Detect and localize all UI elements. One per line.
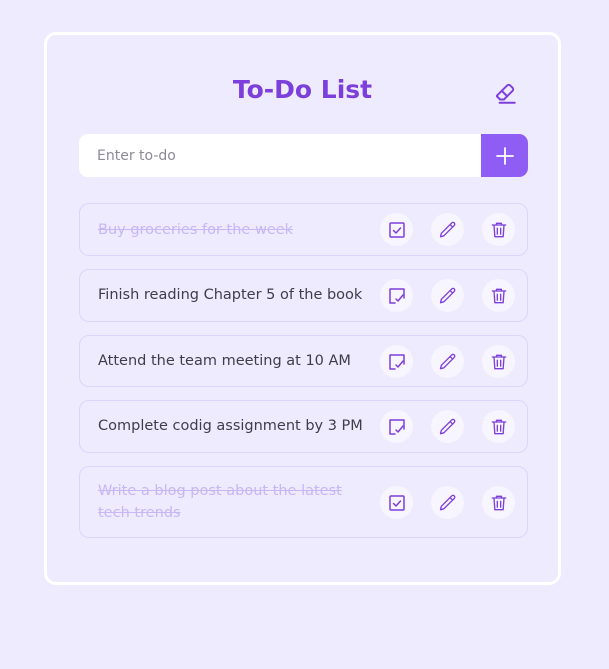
pencil-icon: [439, 494, 455, 510]
trash-icon: [491, 354, 506, 369]
trash-icon: [491, 288, 506, 303]
check-square-icon: [388, 221, 405, 238]
toggle-complete-button[interactable]: [380, 279, 413, 312]
edit-button[interactable]: [431, 345, 464, 378]
pencil-icon: [439, 418, 455, 434]
todo-text: Write a blog post about the latest tech …: [98, 483, 342, 521]
check-square-icon: [388, 494, 405, 511]
toggle-complete-button[interactable]: [380, 410, 413, 443]
todo-item: Write a blog post about the latest tech …: [79, 466, 528, 538]
delete-button[interactable]: [482, 345, 515, 378]
add-todo-form: [79, 134, 528, 177]
toggle-complete-button[interactable]: [380, 345, 413, 378]
check-square-outline-icon: [388, 287, 405, 304]
add-todo-button[interactable]: [481, 134, 528, 177]
toggle-complete-button[interactable]: [380, 213, 413, 246]
trash-icon: [491, 495, 506, 510]
trash-icon: [491, 419, 506, 434]
eraser-icon: [495, 83, 516, 104]
plus-icon: [495, 146, 514, 165]
todo-text: Finish reading Chapter 5 of the book: [98, 287, 363, 303]
delete-button[interactable]: [482, 410, 515, 443]
clear-all-button[interactable]: [491, 79, 519, 107]
pencil-icon: [439, 353, 455, 369]
edit-button[interactable]: [431, 279, 464, 312]
pencil-icon: [439, 221, 455, 237]
todo-text: Complete codig assignment by 3 PM: [98, 418, 363, 434]
todo-item: Attend the team meeting at 10 AM: [79, 335, 528, 387]
edit-button[interactable]: [431, 213, 464, 246]
todo-card: To-Do List Buy groceries for the week: [44, 32, 561, 585]
edit-button[interactable]: [431, 486, 464, 519]
header: To-Do List: [47, 75, 558, 111]
pencil-icon: [439, 287, 455, 303]
check-square-outline-icon: [388, 418, 405, 435]
todo-item: Buy groceries for the week: [79, 203, 528, 256]
trash-icon: [491, 222, 506, 237]
todo-text: Buy groceries for the week: [98, 222, 294, 238]
edit-button[interactable]: [431, 410, 464, 443]
todo-text: Attend the team meeting at 10 AM: [98, 353, 351, 369]
delete-button[interactable]: [482, 213, 515, 246]
check-square-outline-icon: [388, 353, 405, 370]
delete-button[interactable]: [482, 279, 515, 312]
todo-item: Complete codig assignment by 3 PM: [79, 400, 528, 453]
delete-button[interactable]: [482, 486, 515, 519]
todo-input[interactable]: [79, 134, 481, 177]
todo-item: Finish reading Chapter 5 of the book: [79, 269, 528, 322]
page-title: To-Do List: [232, 75, 373, 104]
toggle-complete-button[interactable]: [380, 486, 413, 519]
